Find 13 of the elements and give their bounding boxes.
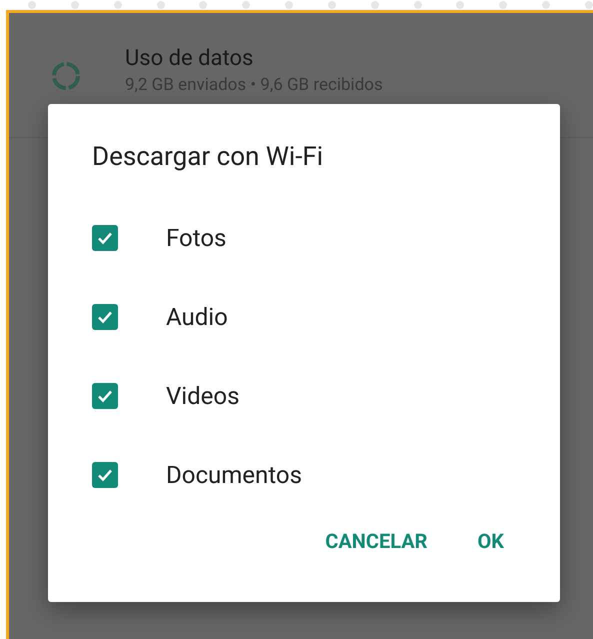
checkbox[interactable] (92, 382, 118, 408)
checkbox[interactable] (92, 224, 118, 250)
item-title: Uso de datos (125, 45, 254, 73)
dialog-title: Descargar con Wi-Fi (92, 141, 324, 174)
checkbox[interactable] (92, 462, 118, 488)
option-label: Audio (166, 302, 228, 332)
checkbox[interactable] (92, 304, 118, 330)
dialog-button[interactable]: OK (477, 526, 504, 556)
option-label: Fotos (166, 222, 226, 254)
dialog-button[interactable]: CANCELAR (325, 526, 428, 556)
option-label: Videos (166, 380, 240, 412)
ring-icon (49, 59, 83, 93)
option-label: Documentos (166, 460, 302, 490)
